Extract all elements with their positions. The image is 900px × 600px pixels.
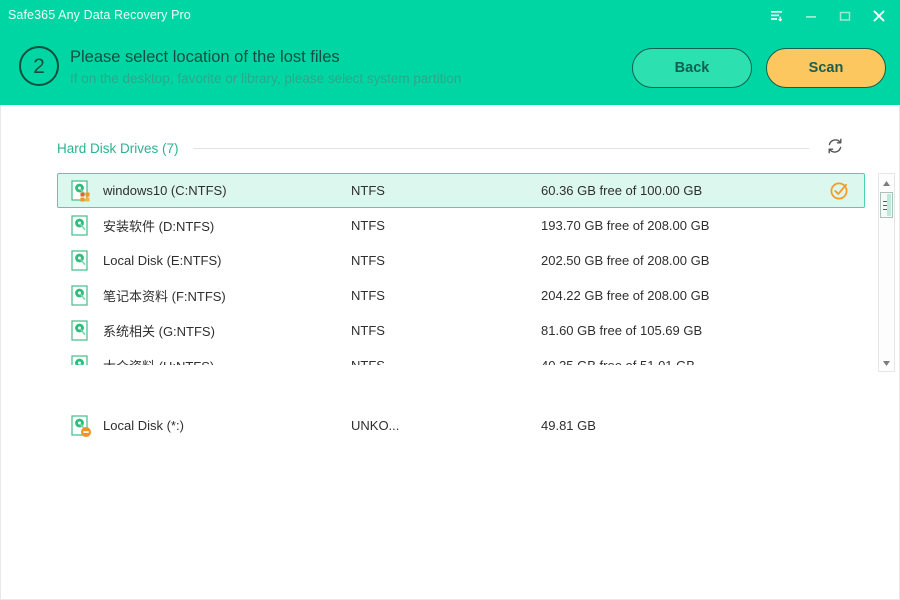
app-title: Safe365 Any Data Recovery Pro xyxy=(8,8,191,22)
scrollbar-grip-line xyxy=(883,208,890,210)
drive-row[interactable]: windows10 (C:NTFS) NTFS 60.36 GB free of 1… xyxy=(57,173,865,208)
drive-capacity: 202.50 GB free of 208.00 GB xyxy=(541,253,710,268)
scroll-down-button[interactable] xyxy=(879,355,894,370)
drive-name: windows10 (C:NTFS) xyxy=(103,183,227,198)
drive-filesystem: NTFS xyxy=(351,288,385,303)
page-title: Please select location of the lost files xyxy=(70,48,340,66)
step-number: 2 xyxy=(33,54,45,78)
page-subtitle: If on the desktop, favorite or library, … xyxy=(70,71,462,86)
scan-button[interactable]: Scan xyxy=(766,48,886,88)
refresh-icon xyxy=(825,136,845,161)
drive-icon xyxy=(71,284,91,307)
maximize-icon xyxy=(838,9,852,23)
drive-row[interactable]: Local Disk (*:) UNKO... 49.81 GB xyxy=(57,408,865,443)
drive-icon xyxy=(71,214,91,237)
drive-filesystem: NTFS xyxy=(351,323,385,338)
drive-name: 大众资料 (H:NTFS) xyxy=(103,356,351,365)
drive-filesystem: NTFS xyxy=(351,183,385,198)
drive-check-placeholder xyxy=(829,319,853,343)
drive-row[interactable]: 大众资料 (H:NTFS)NTFS40.35 GB free of 51.01 … xyxy=(57,348,865,365)
drive-capacity: 40.35 GB free of 51.01 GB xyxy=(541,358,829,365)
app-header: Safe365 Any Data Recovery Pro 2 Please s… xyxy=(0,0,900,105)
drive-row[interactable]: Local Disk (E:NTFS) NTFS 202.50 GB free of… xyxy=(57,243,865,278)
close-icon xyxy=(871,8,887,24)
drive-filesystem: NTFS xyxy=(351,358,541,365)
scroll-up-button[interactable] xyxy=(879,175,894,190)
section-divider xyxy=(192,147,809,149)
drive-icon xyxy=(71,249,91,272)
step-text-block: Please select location of the lost files… xyxy=(70,47,461,87)
drive-row[interactable]: 笔记本资料 (F:NTFS) NTFS 204.22 GB free of 208.… xyxy=(57,278,865,313)
drive-name: Local Disk (E:NTFS) xyxy=(103,253,222,268)
scrollbar-grip-line xyxy=(883,200,890,202)
drive-check-placeholder xyxy=(829,214,853,238)
drive-filesystem: UNKO... xyxy=(351,418,400,433)
header-actions: Back Scan xyxy=(632,48,886,88)
window-controls xyxy=(760,0,896,32)
scrollbar-grip-line xyxy=(883,204,890,206)
system-drive-icon xyxy=(71,179,91,202)
drive-capacity: 60.36 GB free of 100.00 GB xyxy=(541,183,703,198)
other-drive-list[interactable]: Local Disk (*:) UNKO... 49.81 GB xyxy=(57,408,865,443)
hard-disk-drive-list[interactable]: windows10 (C:NTFS) NTFS 60.36 GB free of 1… xyxy=(57,173,865,365)
drive-filesystem: NTFS xyxy=(351,253,385,268)
section-header: Hard Disk Drives (7) xyxy=(57,137,847,159)
content-area: Hard Disk Drives (7) windows10 (C:NTFS) N… xyxy=(0,105,900,600)
drive-check-placeholder xyxy=(829,354,853,366)
drive-filesystem: NTFS xyxy=(351,218,385,233)
drive-capacity: 81.60 GB free of 105.69 GB xyxy=(541,323,703,338)
drive-capacity: 49.81 GB xyxy=(541,418,596,433)
drive-icon xyxy=(71,319,91,342)
menu-icon xyxy=(770,9,784,23)
drive-check-placeholder xyxy=(829,284,853,308)
title-bar: Safe365 Any Data Recovery Pro xyxy=(0,0,900,32)
close-button[interactable] xyxy=(862,1,896,31)
minimize-icon xyxy=(804,9,818,23)
lost-drive-icon xyxy=(71,414,91,437)
drive-name: 笔记本资料 (F:NTFS) xyxy=(103,289,226,304)
scroll-up-arrow-icon xyxy=(882,174,891,192)
menu-button[interactable] xyxy=(760,1,794,31)
section-title: Hard Disk Drives (7) xyxy=(57,140,179,156)
scroll-down-arrow-icon xyxy=(882,354,891,372)
drive-name: 安装软件 (D:NTFS) xyxy=(103,219,215,234)
minimize-button[interactable] xyxy=(794,1,828,31)
drive-row[interactable]: 安装软件 (D:NTFS) NTFS 193.70 GB free of 208.0… xyxy=(57,208,865,243)
drive-name: 系统相关 (G:NTFS) xyxy=(103,324,215,339)
drive-icon xyxy=(71,354,91,365)
check-circle-icon[interactable] xyxy=(828,179,852,203)
step-number-badge: 2 xyxy=(19,46,59,86)
drive-check-placeholder xyxy=(829,249,853,273)
drive-check-placeholder xyxy=(829,414,853,438)
app-window: Safe365 Any Data Recovery Pro 2 Please s… xyxy=(0,0,900,600)
drive-list-scrollbar[interactable] xyxy=(878,173,895,372)
scrollbar-thumb[interactable] xyxy=(880,192,893,218)
refresh-button[interactable] xyxy=(823,136,847,160)
maximize-button[interactable] xyxy=(828,1,862,31)
drive-row[interactable]: 系统相关 (G:NTFS) NTFS 81.60 GB free of 105.69… xyxy=(57,313,865,348)
drive-capacity: 193.70 GB free of 208.00 GB xyxy=(541,218,710,233)
back-button[interactable]: Back xyxy=(632,48,752,88)
drive-name: Local Disk (*:) xyxy=(103,418,184,433)
drive-capacity: 204.22 GB free of 208.00 GB xyxy=(541,288,710,303)
